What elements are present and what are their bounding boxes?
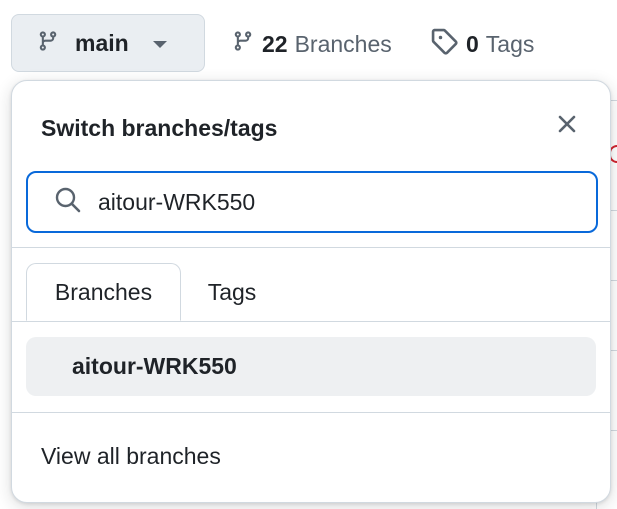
tags-count: 0 <box>466 30 479 57</box>
view-all-branches-link[interactable]: View all branches <box>41 443 221 470</box>
page: main 22 Branches 0 Tags Switch branches/… <box>0 0 617 509</box>
close-button[interactable] <box>550 109 584 143</box>
divider <box>12 247 610 248</box>
branches-count: 22 <box>262 30 288 57</box>
close-icon <box>557 114 577 139</box>
branch-search-input[interactable] <box>98 188 558 216</box>
tab-tags[interactable]: Tags <box>188 263 276 321</box>
popover-title: Switch branches/tags <box>41 115 278 141</box>
current-branch-label: main <box>75 29 129 56</box>
search-icon <box>54 186 82 219</box>
tag-icon <box>430 27 458 61</box>
tags-count-link[interactable]: 0 Tags <box>430 26 534 62</box>
branch-selector-button[interactable]: main <box>11 14 205 72</box>
tags-label: Tags <box>485 30 535 57</box>
tab-branches[interactable]: Branches <box>26 263 181 321</box>
branch-switcher-popover: Switch branches/tags Branches Tags aitou… <box>11 80 611 503</box>
branch-search-field[interactable] <box>26 171 598 233</box>
tabs-divider <box>12 321 610 322</box>
branch-result-item[interactable]: aitour-WRK550 <box>26 337 596 396</box>
branches-label: Branches <box>294 30 392 57</box>
git-branch-icon <box>232 28 254 60</box>
divider <box>12 412 610 413</box>
branches-count-link[interactable]: 22 Branches <box>232 26 392 62</box>
triangle-down-icon <box>152 40 167 48</box>
git-branch-icon <box>37 28 59 59</box>
